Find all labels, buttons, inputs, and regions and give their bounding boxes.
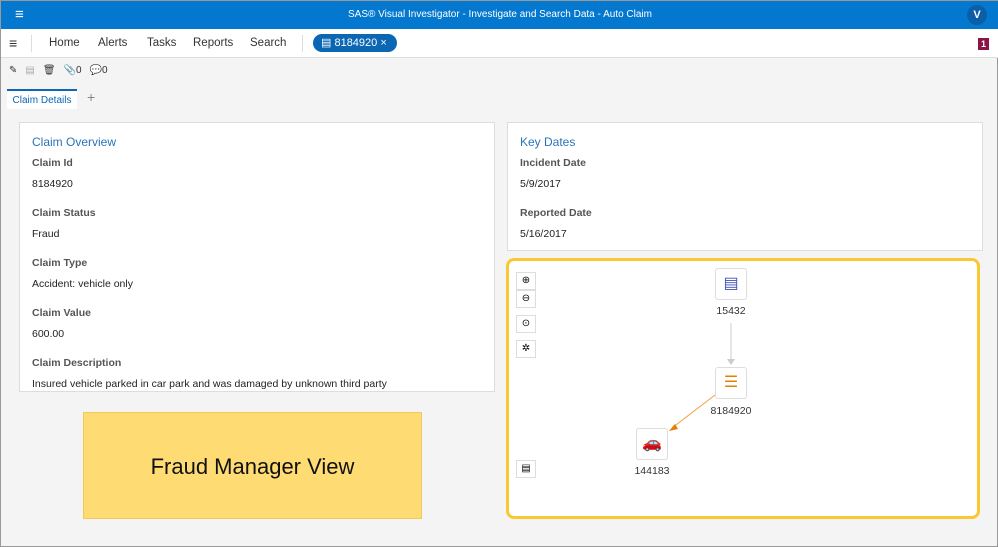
save-icon[interactable]: ▤ <box>25 65 34 76</box>
app-header: ≡ SAS® Visual Investigator - Investigate… <box>1 1 998 29</box>
node-label: 8184920 <box>710 405 752 417</box>
panel-title: Key Dates <box>520 135 576 149</box>
nav-tasks[interactable]: Tasks <box>147 37 176 49</box>
list-menu-icon[interactable]: ≡ <box>9 35 17 51</box>
field-label: Claim Description <box>32 357 122 369</box>
field-label: Incident Date <box>520 157 586 169</box>
policy-icon[interactable]: ▤ <box>715 268 747 300</box>
field-label: Claim Value <box>32 307 91 319</box>
panel-title: Claim Overview <box>32 135 117 149</box>
attachment-button[interactable]: 📎0 <box>64 65 82 76</box>
field-value: 5/16/2017 <box>520 228 567 240</box>
node-label: 15432 <box>716 305 746 317</box>
nav-bar: ≡ Home Alerts Tasks Reports Search ▤ 818… <box>1 29 998 58</box>
close-icon[interactable]: × <box>380 37 386 49</box>
nav-alerts[interactable]: Alerts <box>98 37 127 49</box>
nav-reports[interactable]: Reports <box>193 37 233 49</box>
field-value: 600.00 <box>32 328 65 340</box>
edit-icon[interactable]: ✎ <box>9 65 17 76</box>
nav-home[interactable]: Home <box>49 37 80 49</box>
node-label: 144183 <box>634 465 670 477</box>
field-label: Claim Type <box>32 257 88 269</box>
car-icon[interactable]: 🚗 <box>636 428 668 460</box>
network-graph[interactable]: ⊕ ⊖ ⊙ ✲ ▤ ▤ 15432 ☰ 8184920 🚗 144183 <box>506 258 980 519</box>
field-label: Claim Status <box>32 207 96 219</box>
delete-icon[interactable]: 🗑 <box>43 65 56 76</box>
field-value: 5/9/2017 <box>520 178 561 190</box>
tab-claim-details[interactable]: Claim Details <box>7 89 77 109</box>
field-value: 8184920 <box>32 178 73 190</box>
claim-overview-panel: Claim Overview Claim Id 8184920 Claim Sta… <box>19 122 495 392</box>
open-claim-tab[interactable]: ▤ 8184920 × <box>313 34 397 52</box>
fraud-manager-banner: Fraud Manager View <box>83 412 422 519</box>
app-title: SAS® Visual Investigator - Investigate a… <box>347 9 652 20</box>
key-dates-panel: Key Dates Incident Date 5/9/2017 Reported… <box>507 122 983 251</box>
field-value: Accident: vehicle only <box>32 278 133 290</box>
add-tab-button[interactable]: + <box>87 89 95 105</box>
user-avatar[interactable]: V <box>967 5 987 25</box>
field-value: Fraud <box>32 228 60 240</box>
nav-search[interactable]: Search <box>250 37 286 49</box>
field-label: Claim Id <box>32 157 73 169</box>
field-value: Insured vehicle parked in car park and w… <box>32 378 387 390</box>
comments-button[interactable]: 💬0 <box>90 65 108 76</box>
toolbar: ✎ ▤ 🗑 📎0 💬0 <box>9 65 108 76</box>
arrow-head <box>727 359 735 365</box>
notification-badge[interactable]: 1 <box>978 38 989 50</box>
field-label: Reported Date <box>520 207 592 219</box>
claim-icon[interactable]: ☰ <box>715 367 747 399</box>
